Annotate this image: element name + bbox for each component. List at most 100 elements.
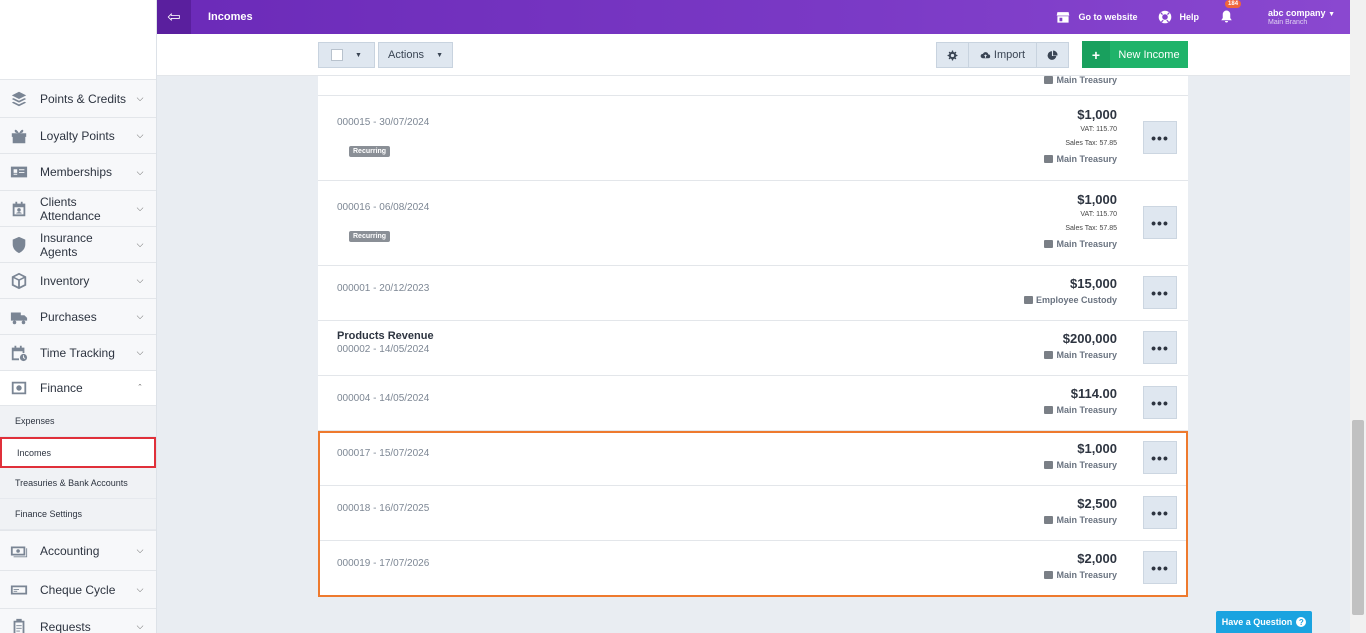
caret-down-icon: ▼: [355, 51, 362, 59]
income-number-date: 000016 - 06/08/2024: [337, 202, 430, 213]
select-all-checkbox[interactable]: [331, 49, 344, 61]
more-actions-button[interactable]: •••: [1143, 386, 1177, 419]
sidebar-item-accounting[interactable]: Accounting ⌵: [0, 531, 156, 571]
list-item[interactable]: 000017 - 15/07/2024 $1,000 Main Treasury…: [318, 431, 1188, 486]
more-actions-button[interactable]: •••: [1143, 206, 1177, 239]
sales-tax-amount: Sales Tax: 57.85: [1065, 140, 1117, 147]
treasury-name: Main Treasury: [1056, 154, 1117, 164]
list-item[interactable]: Products Revenue 000002 - 14/05/2024 $20…: [318, 321, 1188, 376]
more-actions-button[interactable]: •••: [1143, 331, 1177, 364]
money-icon: [9, 541, 29, 561]
chevron-down-icon: ⌵: [136, 545, 144, 555]
more-actions-button[interactable]: •••: [1143, 551, 1177, 584]
sidebar-item-memberships[interactable]: Memberships ⌵: [0, 154, 156, 191]
calendar-user-icon: [9, 199, 29, 219]
sidebar-item-label: Memberships: [40, 165, 113, 179]
scrollbar-thumb[interactable]: [1352, 420, 1364, 615]
treasury-icon: [1044, 240, 1054, 248]
submenu-item-finance-settings[interactable]: Finance Settings: [0, 499, 156, 530]
list-item[interactable]: 000018 - 16/07/2025 $2,500 Main Treasury…: [318, 486, 1188, 541]
notifications-button[interactable]: 184: [1219, 0, 1242, 25]
page-title: Incomes: [208, 11, 253, 23]
list-item[interactable]: 000019 - 17/07/2026 $2,000 Main Treasury…: [318, 541, 1188, 596]
sidebar-item-time-tracking[interactable]: Time Tracking ⌵: [0, 335, 156, 371]
income-amount: $114.00: [1070, 386, 1117, 401]
list-item[interactable]: 000016 - 06/08/2024 Recurring $1,000 VAT…: [318, 181, 1188, 266]
income-amount: $15,000: [1070, 276, 1117, 291]
new-income-label: New Income: [1118, 48, 1180, 61]
income-amount: $1,000: [1077, 441, 1117, 456]
help-link[interactable]: Help: [1158, 10, 1199, 24]
sidebar-item-label: Time Tracking: [40, 345, 115, 360]
chevron-down-icon: ⌵: [136, 93, 144, 103]
treasury-icon: [1044, 155, 1054, 163]
income-number-date: 000004 - 14/05/2024: [337, 393, 430, 404]
treasury-name: Main Treasury: [1056, 570, 1117, 580]
sidebar-item-loyalty-points[interactable]: Loyalty Points ⌵: [0, 118, 156, 154]
chevron-up-icon: ˆ: [138, 383, 142, 393]
more-actions-button[interactable]: •••: [1143, 441, 1177, 474]
pie-chart-icon: [1047, 50, 1058, 60]
back-arrow-icon[interactable]: ⇦: [157, 0, 191, 34]
gift-icon: [9, 126, 29, 146]
sidebar-item-finance[interactable]: Finance ˆ: [0, 371, 156, 406]
select-all-dropdown[interactable]: ▼: [318, 42, 375, 68]
sidebar-item-cheque-cycle[interactable]: Cheque Cycle ⌵: [0, 571, 156, 609]
income-amount: $2,000: [1077, 551, 1117, 566]
plus-icon: +: [1082, 41, 1110, 68]
vat-amount: VAT: 115.70: [1080, 211, 1117, 218]
sidebar-item-points-credits[interactable]: Points & Credits ⌵: [0, 80, 156, 118]
sidebar-item-requests[interactable]: Requests ⌵: [0, 609, 156, 633]
chevron-down-icon: ⌵: [136, 347, 144, 357]
sidebar-item-label: Accounting: [40, 543, 100, 558]
have-a-question-button[interactable]: Have a Question ?: [1216, 611, 1312, 633]
treasury-label: Main Treasury: [1044, 154, 1117, 164]
treasury-label: Main Treasury: [1044, 239, 1117, 249]
chevron-down-icon: ⌵: [136, 130, 144, 140]
income-amount: $1,000: [1077, 107, 1117, 122]
income-list: Main Treasury 000015 - 30/07/2024 Recurr…: [318, 76, 1188, 596]
page-scrollbar[interactable]: [1350, 0, 1366, 633]
sidebar-item-label: Requests: [40, 619, 91, 633]
sidebar-item-clients-attendance[interactable]: Clients Attendance ⌵: [0, 191, 156, 227]
treasury-label: Main Treasury: [1044, 76, 1117, 85]
list-item[interactable]: 000001 - 20/12/2023 $15,000 Employee Cus…: [318, 266, 1188, 321]
list-item-partial[interactable]: Main Treasury: [318, 76, 1188, 96]
have-a-question-label: Have a Question: [1221, 617, 1293, 627]
treasury-name: Main Treasury: [1056, 460, 1117, 470]
income-title: Products Revenue: [337, 330, 434, 342]
sidebar-item-label: Purchases: [40, 309, 97, 324]
more-actions-button[interactable]: •••: [1143, 496, 1177, 529]
chevron-down-icon: ⌵: [136, 203, 144, 213]
income-number-date: 000002 - 14/05/2024: [337, 344, 430, 355]
treasury-icon: [1044, 516, 1054, 524]
shield-icon: [9, 235, 29, 255]
notifications-badge: 184: [1225, 0, 1242, 8]
submenu-item-expenses[interactable]: Expenses: [0, 406, 156, 437]
income-amount: $200,000: [1062, 331, 1117, 346]
go-to-website-link[interactable]: Go to website: [1056, 10, 1138, 24]
more-actions-button[interactable]: •••: [1143, 276, 1177, 309]
sidebar-item-label: Inventory: [40, 273, 90, 288]
actions-dropdown[interactable]: Actions ▼: [378, 42, 453, 68]
caret-down-icon: ▼: [436, 51, 443, 59]
list-item[interactable]: 000015 - 30/07/2024 Recurring $1,000 VAT…: [318, 96, 1188, 181]
settings-button[interactable]: [936, 42, 969, 68]
sidebar-item-purchases[interactable]: Purchases ⌵: [0, 299, 156, 335]
chevron-down-icon: ⌵: [136, 584, 144, 594]
topbar-right: Go to website Help 184 abc company ▼ Mai…: [1056, 0, 1350, 34]
account-menu[interactable]: abc company ▼ Main Branch: [1268, 8, 1335, 26]
report-button[interactable]: [1036, 42, 1069, 68]
income-number-date: 000019 - 17/07/2026: [337, 558, 430, 569]
new-income-button[interactable]: + New Income: [1082, 41, 1188, 68]
actions-label: Actions: [387, 49, 425, 61]
more-actions-button[interactable]: •••: [1143, 121, 1177, 154]
list-item[interactable]: 000004 - 14/05/2024 $114.00 Main Treasur…: [318, 376, 1188, 431]
submenu-item-incomes[interactable]: Incomes: [0, 437, 156, 468]
treasury-icon: [1044, 406, 1054, 414]
import-button[interactable]: Import: [968, 42, 1037, 68]
treasury-name: Main Treasury: [1056, 515, 1117, 525]
sidebar-item-insurance-agents[interactable]: Insurance Agents ⌵: [0, 227, 156, 263]
sidebar-item-inventory[interactable]: Inventory ⌵: [0, 263, 156, 299]
submenu-item-treasuries-bank-accounts[interactable]: Treasuries & Bank Accounts: [0, 468, 156, 499]
